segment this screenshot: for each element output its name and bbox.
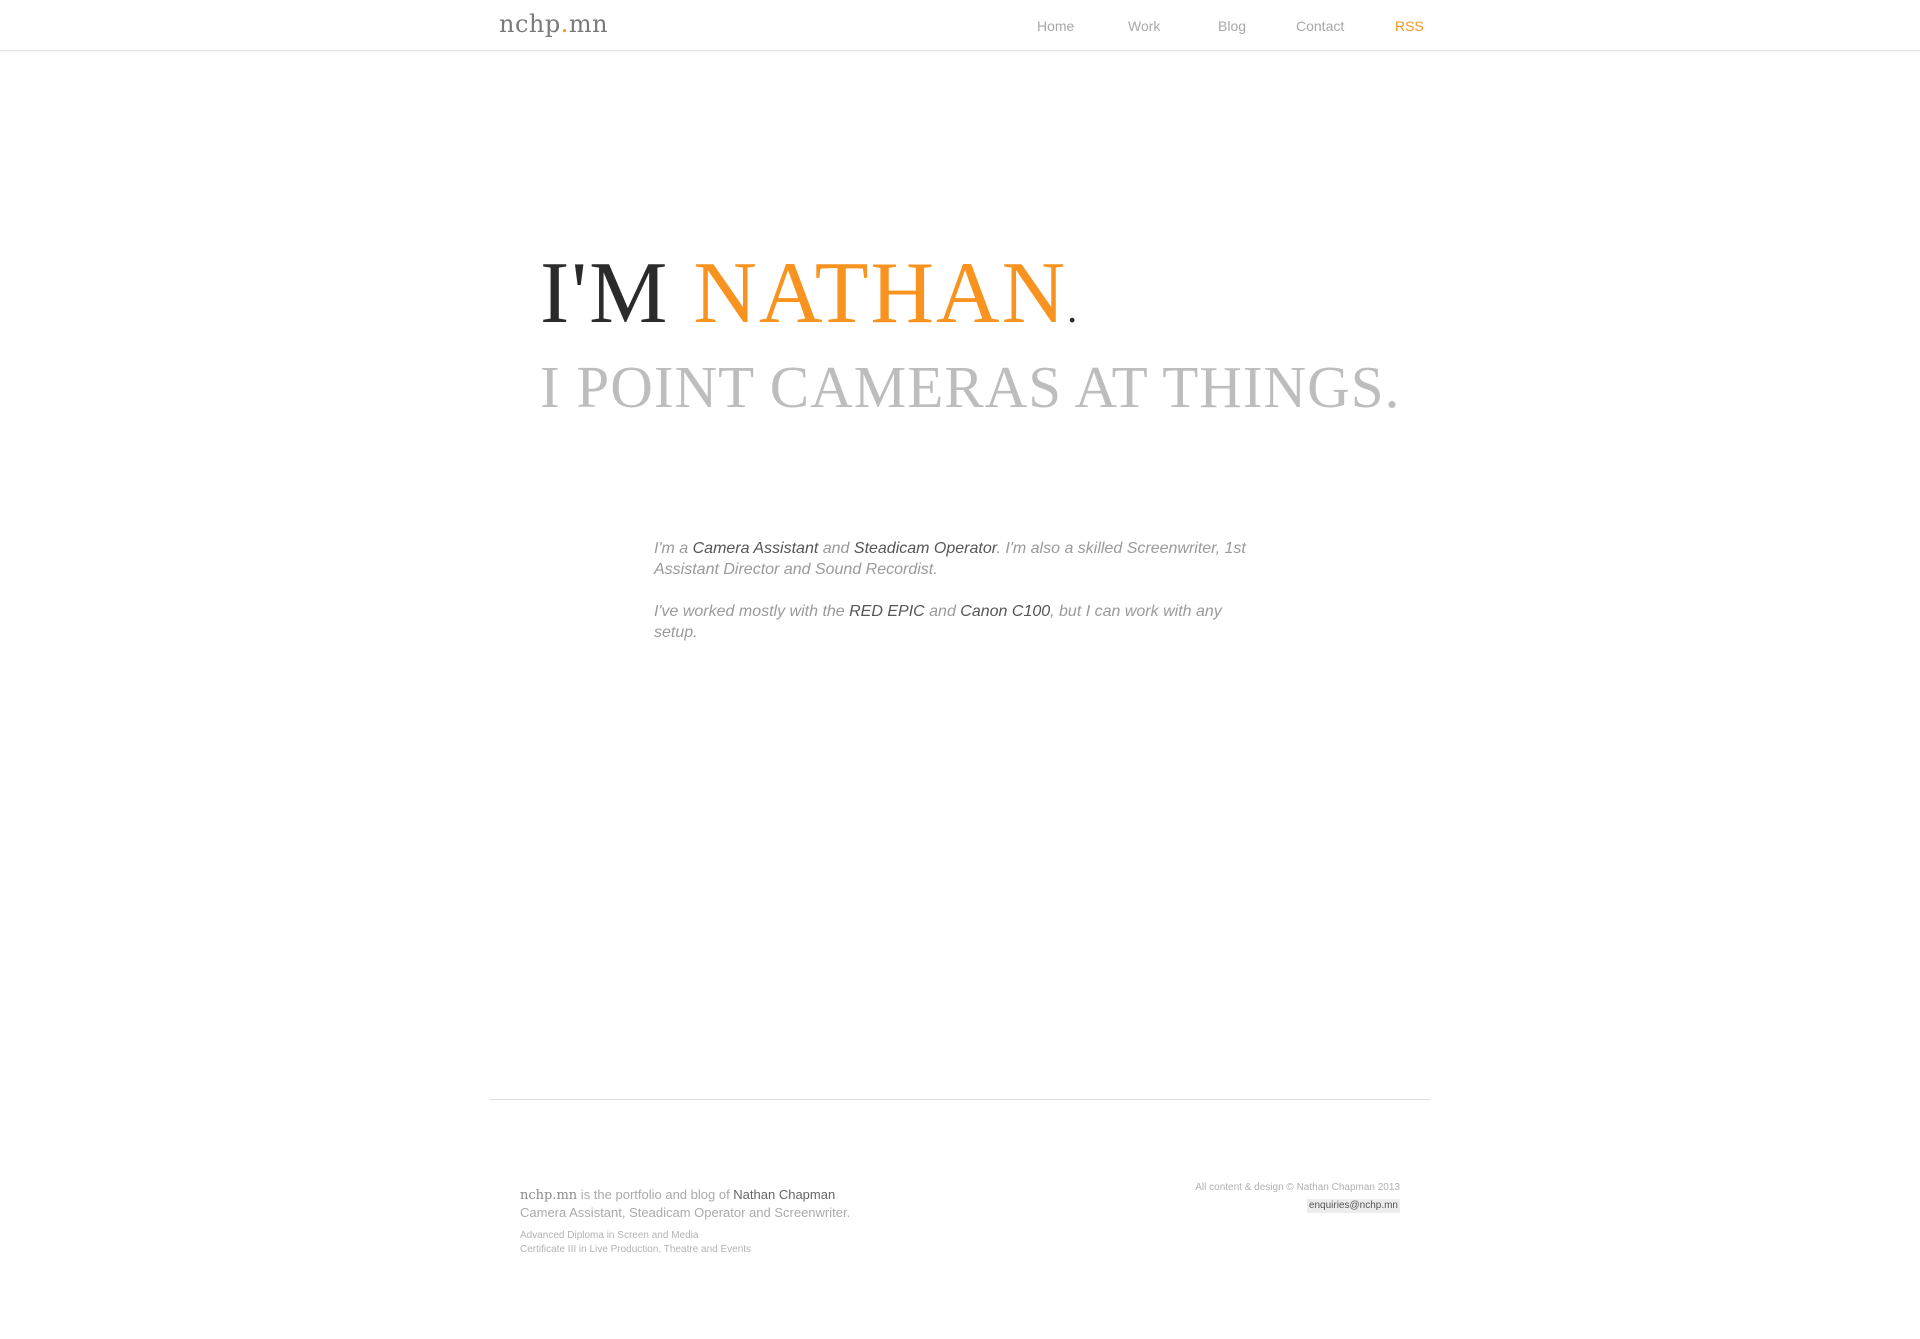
nav-rss-link[interactable]: RSS bbox=[1395, 18, 1424, 34]
nav-contact-link[interactable]: Contact bbox=[1296, 18, 1344, 34]
footer-qualifications: Advanced Diploma in Screen and Media Cer… bbox=[520, 1229, 1040, 1257]
site-header: nchp.mn Home Work Blog Contact RSS bbox=[0, 0, 1920, 51]
intro-p1-text-b: and bbox=[818, 540, 854, 557]
role-camera-assistant: Camera Assistant bbox=[692, 540, 819, 557]
footer-about-line1: nchp.mn is the portfolio and blog of Nat… bbox=[520, 1186, 1040, 1204]
footer-copyright: All content & design © Nathan Chapman 20… bbox=[1195, 1182, 1400, 1193]
intro-paragraph-cameras: I've worked mostly with the RED EPIC and… bbox=[654, 601, 1264, 643]
camera-canon-c100: Canon C100 bbox=[960, 603, 1051, 620]
footer-email-link[interactable]: enquiries@nchp.mn bbox=[1306, 1199, 1400, 1213]
nav-home-link[interactable]: Home bbox=[1037, 18, 1074, 34]
intro-p2-text-b: and bbox=[924, 603, 961, 620]
nav-blog-link[interactable]: Blog bbox=[1218, 18, 1246, 34]
footer-roles: Camera Assistant, Steadicam Operator and… bbox=[520, 1205, 851, 1220]
footer-about-text: is the portfolio and blog of bbox=[577, 1187, 734, 1202]
hero-period: . bbox=[1067, 286, 1080, 331]
footer-qualification-1: Advanced Diploma in Screen and Media bbox=[520, 1230, 699, 1241]
hero-tagline: I POINT CAMERAS AT THINGS. bbox=[540, 354, 1401, 420]
main-nav: Home Work Blog Contact RSS bbox=[1000, 18, 1440, 38]
intro-paragraph-roles: I'm a Camera Assistant and Steadicam Ope… bbox=[654, 538, 1264, 580]
footer-owner-name: Nathan Chapman bbox=[733, 1187, 836, 1202]
footer-legal: All content & design © Nathan Chapman 20… bbox=[1195, 1181, 1400, 1213]
hero-im: I'M bbox=[540, 245, 670, 342]
hero-name: NATHAN bbox=[693, 245, 1068, 342]
footer-divider bbox=[490, 1099, 1430, 1100]
hero-heading: I'M NATHAN. bbox=[540, 250, 1079, 338]
logo-text-post: mn bbox=[568, 10, 609, 38]
intro-text: I'm a Camera Assistant and Steadicam Ope… bbox=[654, 538, 1264, 664]
nav-work-link[interactable]: Work bbox=[1128, 18, 1160, 34]
intro-p1-text-a: I'm a bbox=[654, 540, 693, 557]
footer-brand: nchp.mn bbox=[520, 1188, 578, 1203]
footer-qualification-2: Certificate III in Live Production, Thea… bbox=[520, 1244, 752, 1255]
logo-text-pre: nchp bbox=[499, 10, 561, 38]
site-logo[interactable]: nchp.mn bbox=[499, 10, 608, 38]
role-steadicam-operator: Steadicam Operator bbox=[853, 540, 997, 557]
intro-p2-text-a: I've worked mostly with the bbox=[654, 603, 850, 620]
camera-red-epic: RED EPIC bbox=[849, 603, 925, 620]
footer-about: nchp.mn is the portfolio and blog of Nat… bbox=[520, 1186, 1040, 1257]
logo-dot: . bbox=[560, 10, 569, 38]
